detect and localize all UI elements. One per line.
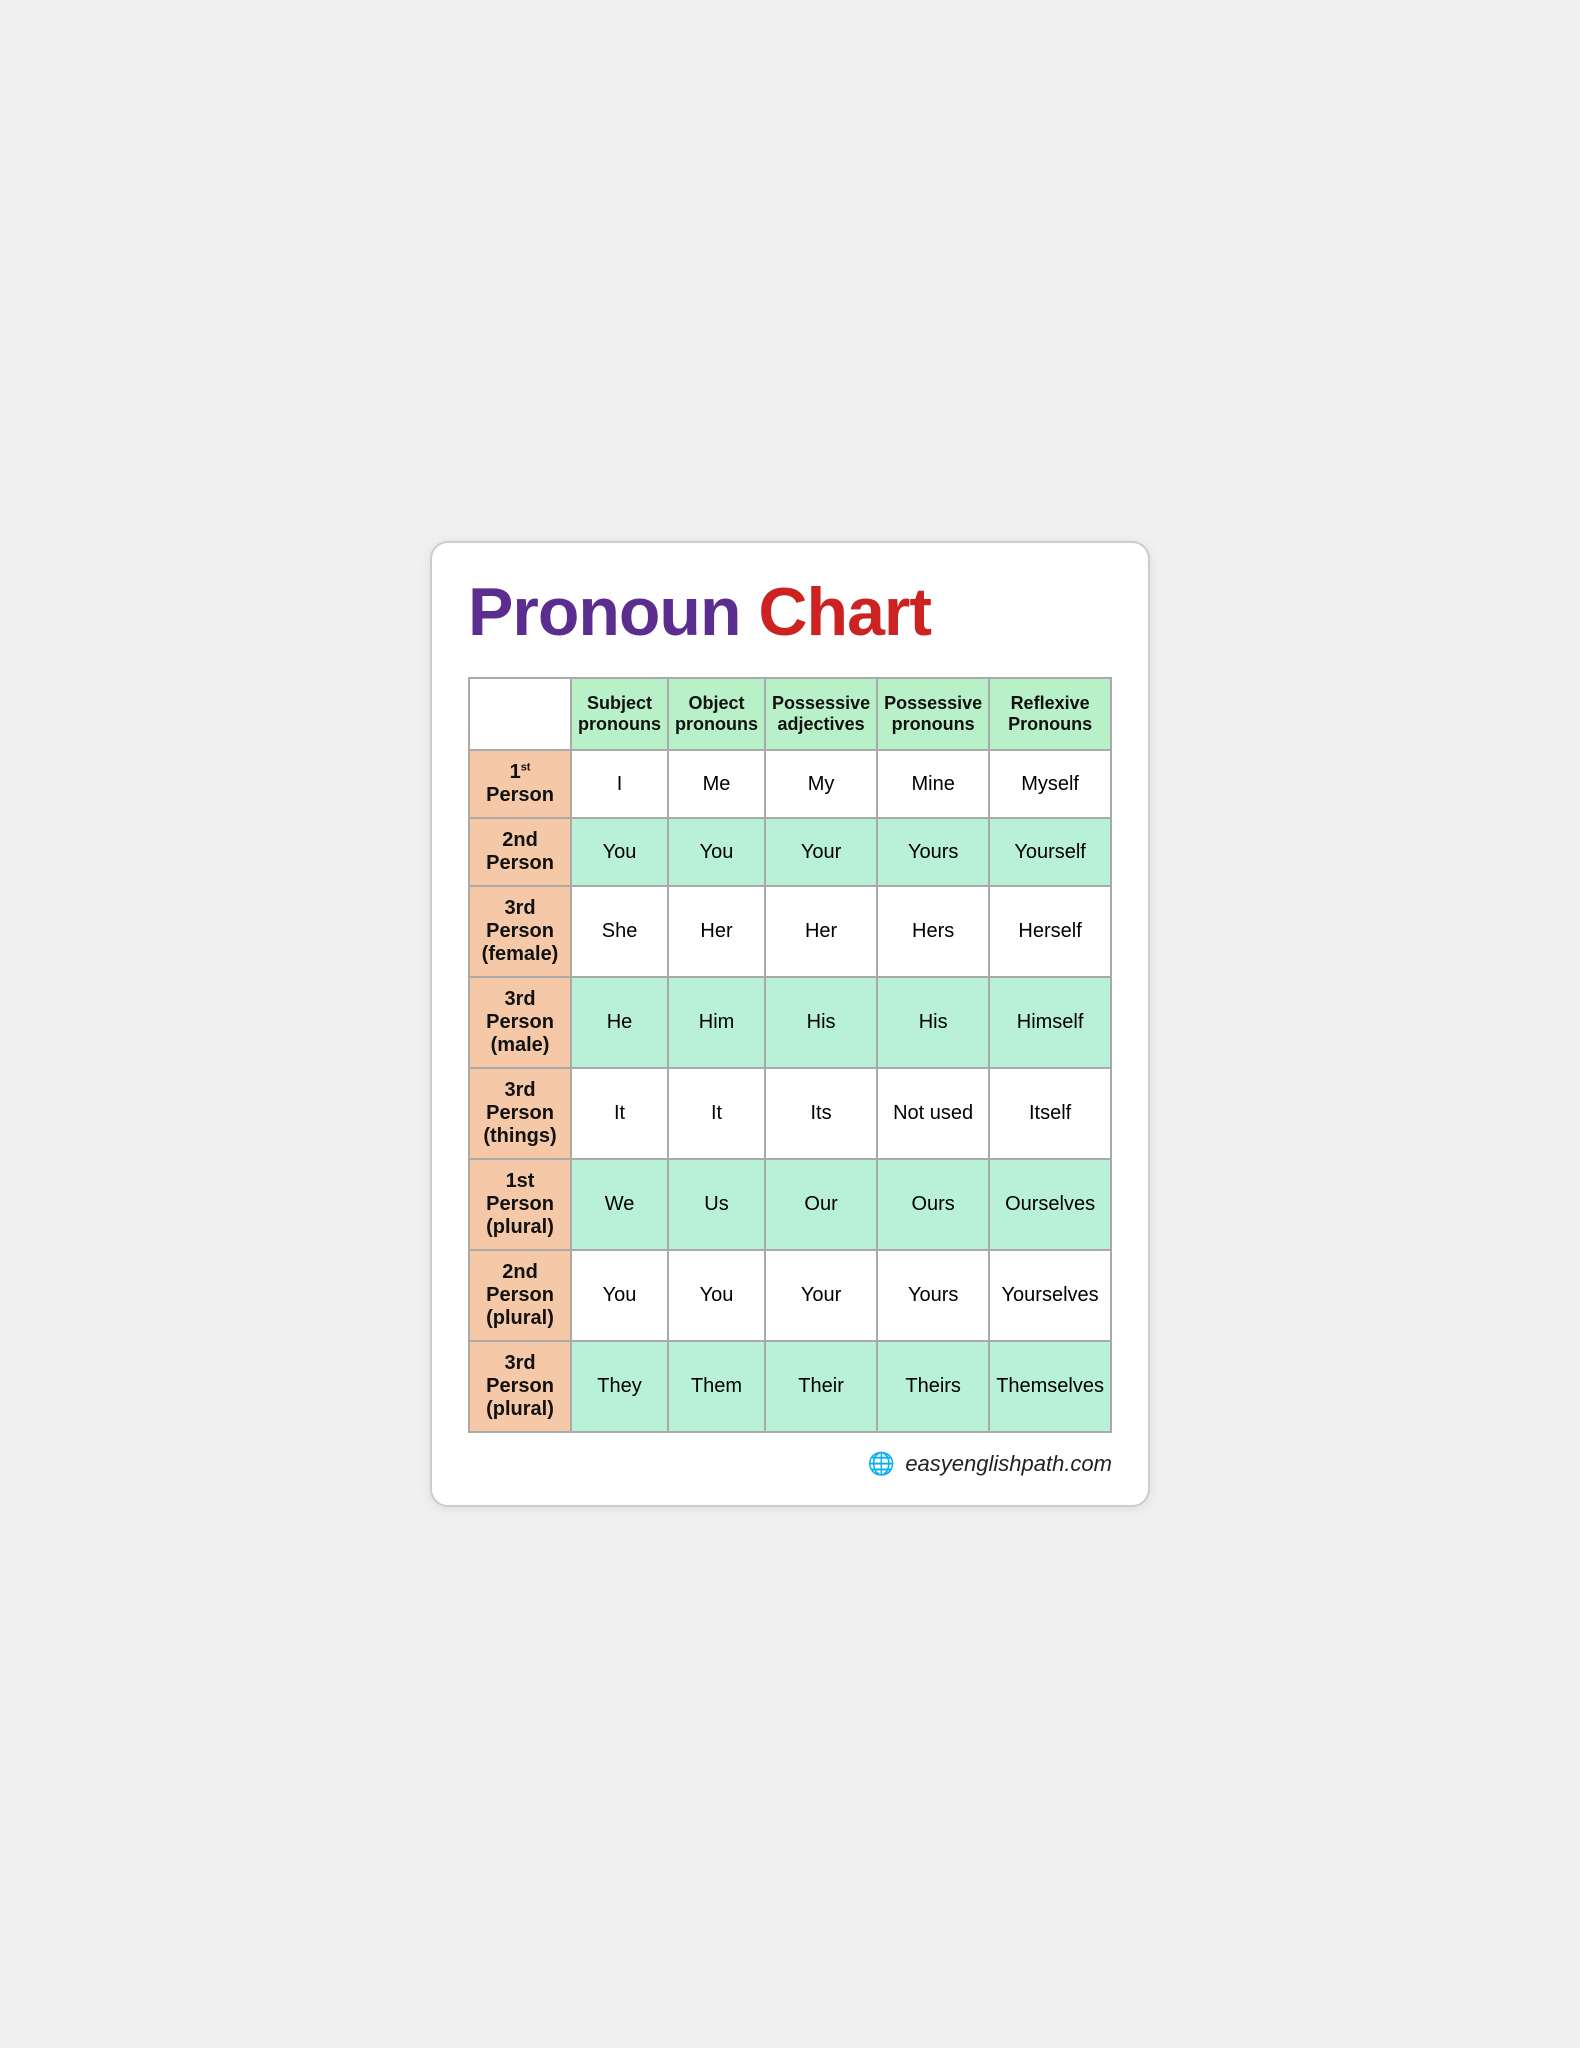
cell-subject: I <box>571 750 668 818</box>
cell-object: Us <box>668 1159 765 1250</box>
cell-reflexive: Himself <box>989 977 1111 1068</box>
cell-object: You <box>668 1250 765 1341</box>
cell-reflexive: Themselves <box>989 1341 1111 1432</box>
cell-object: You <box>668 818 765 886</box>
cell-reflexive: Itself <box>989 1068 1111 1159</box>
table-row: 1st Person(plural)WeUsOurOursOurselves <box>469 1159 1111 1250</box>
cell-subject: They <box>571 1341 668 1432</box>
pronoun-table: Subject pronouns Object pronouns Possess… <box>468 677 1112 1433</box>
header-empty <box>469 678 571 750</box>
cell-reflexive: Yourself <box>989 818 1111 886</box>
cell-subject: You <box>571 818 668 886</box>
cell-subject: She <box>571 886 668 977</box>
row-label: 2nd Person(plural) <box>469 1250 571 1341</box>
row-label: 1st Person(plural) <box>469 1159 571 1250</box>
table-row: 2nd Person(plural)YouYouYourYoursYoursel… <box>469 1250 1111 1341</box>
cell-possPron: His <box>877 977 989 1068</box>
cell-object: Her <box>668 886 765 977</box>
table-row: 3rd Person(male)HeHimHisHisHimself <box>469 977 1111 1068</box>
cell-subject: We <box>571 1159 668 1250</box>
cell-possPron: Theirs <box>877 1341 989 1432</box>
header-possessive-pron: Possessive pronouns <box>877 678 989 750</box>
table-row: 3rd Person(plural)TheyThemTheirTheirsThe… <box>469 1341 1111 1432</box>
card: Pronoun Chart Subject pronouns Object pr… <box>430 541 1150 1508</box>
page-title: Pronoun Chart <box>468 575 1112 650</box>
title-pronoun: Pronoun <box>468 574 741 650</box>
row-label: 3rd Person(female) <box>469 886 571 977</box>
table-row: 3rd Person(things)ItItItsNot usedItself <box>469 1068 1111 1159</box>
header-subject: Subject pronouns <box>571 678 668 750</box>
cell-possPron: Mine <box>877 750 989 818</box>
table-row: 3rd Person(female)SheHerHerHersHerself <box>469 886 1111 977</box>
table-row: 2nd PersonYouYouYourYoursYourself <box>469 818 1111 886</box>
cell-subject: It <box>571 1068 668 1159</box>
cell-object: It <box>668 1068 765 1159</box>
cell-possPron: Not used <box>877 1068 989 1159</box>
row-label: 3rd Person(male) <box>469 977 571 1068</box>
table-row: 1st PersonIMeMyMineMyself <box>469 750 1111 818</box>
cell-object: Him <box>668 977 765 1068</box>
cell-possAdj: My <box>765 750 877 818</box>
header-possessive-adj: Possessive adjectives <box>765 678 877 750</box>
cell-possPron: Yours <box>877 818 989 886</box>
cell-reflexive: Ourselves <box>989 1159 1111 1250</box>
title-chart: Chart <box>758 574 931 650</box>
cell-subject: He <box>571 977 668 1068</box>
cell-subject: You <box>571 1250 668 1341</box>
row-label: 3rd Person(plural) <box>469 1341 571 1432</box>
cell-possPron: Hers <box>877 886 989 977</box>
cell-possAdj: Its <box>765 1068 877 1159</box>
cell-possPron: Ours <box>877 1159 989 1250</box>
website-label: easyenglishpath.com <box>905 1451 1112 1476</box>
cell-possAdj: Their <box>765 1341 877 1432</box>
cell-possAdj: His <box>765 977 877 1068</box>
cell-reflexive: Herself <box>989 886 1111 977</box>
cell-reflexive: Myself <box>989 750 1111 818</box>
cell-possAdj: Your <box>765 1250 877 1341</box>
cell-possAdj: Your <box>765 818 877 886</box>
row-label: 1st Person <box>469 750 571 818</box>
row-label: 3rd Person(things) <box>469 1068 571 1159</box>
cell-possPron: Yours <box>877 1250 989 1341</box>
cell-object: Me <box>668 750 765 818</box>
cell-reflexive: Yourselves <box>989 1250 1111 1341</box>
table-header-row: Subject pronouns Object pronouns Possess… <box>469 678 1111 750</box>
header-object: Object pronouns <box>668 678 765 750</box>
row-label: 2nd Person <box>469 818 571 886</box>
header-reflexive: Reflexive Pronouns <box>989 678 1111 750</box>
cell-possAdj: Our <box>765 1159 877 1250</box>
cell-possAdj: Her <box>765 886 877 977</box>
cell-object: Them <box>668 1341 765 1432</box>
footer: 🌐 easyenglishpath.com <box>468 1451 1112 1477</box>
globe-icon: 🌐 <box>868 1451 895 1476</box>
